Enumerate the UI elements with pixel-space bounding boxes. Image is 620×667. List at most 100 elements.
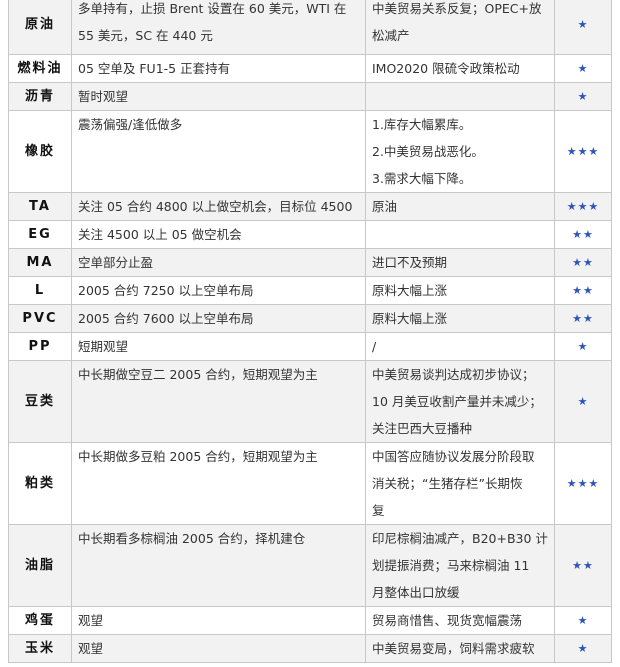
factor-text: 印尼棕榈油减产，B20+B30 计 <box>372 531 548 546</box>
table-row: MA 空单部分止盈 进口不及预期 ★★ <box>8 248 612 277</box>
rating-stars: ★★ <box>554 304 612 333</box>
commodity-name: 玉米 <box>8 634 72 663</box>
rating-stars: ★ <box>554 360 612 443</box>
strategy-text: 中长期做空豆二 2005 合约，短期观望为主 <box>78 367 318 382</box>
factor-text: 月整体出口放缓 <box>372 585 460 600</box>
factor-text: 中美贸易关系反复；OPEC+放 <box>372 1 542 16</box>
strategy-cell: 中长期做空豆二 2005 合约，短期观望为主 <box>71 360 366 443</box>
strategy-text: 关注 4500 以上 05 做空机会 <box>78 227 242 242</box>
table-row: PVC 2005 合约 7600 以上空单布局 原料大幅上涨 ★★ <box>8 304 612 333</box>
factors-cell <box>365 82 555 111</box>
factor-text: 划提振消费；马来棕榈油 11 <box>372 558 530 573</box>
rating-stars: ★ <box>554 332 612 361</box>
rating-stars: ★★★ <box>554 192 612 221</box>
strategy-cell: 观望 <box>71 606 366 635</box>
factor-text: / <box>372 339 377 354</box>
table-row: PP 短期观望 / ★ <box>8 332 612 361</box>
factors-cell <box>365 220 555 249</box>
strategy-text: 空单部分止盈 <box>78 255 154 270</box>
factors-cell: 中国答应随协议发展分阶段取 消关税；“生猪存栏”长期恢复 <box>365 442 555 525</box>
strategy-cell: 2005 合约 7250 以上空单布局 <box>71 276 366 305</box>
rating-stars: ★ <box>554 0 612 55</box>
factor-text: 关注巴西大豆播种 <box>372 421 473 436</box>
factor-text: 消关税；“生猪存栏”长期恢 <box>372 476 523 491</box>
table-row: 橡胶 震荡偏强/逢低做多 1.库存大幅累库。 2.中美贸易战恶化。 3.需求大幅下降。 ★… <box>8 110 612 193</box>
factor-text: 原料大幅上涨 <box>372 283 448 298</box>
strategy-text: 观望 <box>78 613 104 628</box>
strategy-text: 短期观望 <box>78 339 129 354</box>
commodity-name: PP <box>8 332 72 361</box>
rating-stars: ★★ <box>554 524 612 607</box>
strategy-cell: 震荡偏强/逢低做多 <box>71 110 366 193</box>
factors-cell: 印尼棕榈油减产，B20+B30 计划提振消费；马来棕榈油 11 月整体出口放缓 <box>365 524 555 607</box>
strategy-cell: 中长期看多棕榈油 2005 合约，择机建仓 <box>71 524 366 607</box>
factor-text: 松减产 <box>372 28 410 43</box>
factors-cell: 1.库存大幅累库。 2.中美贸易战恶化。 3.需求大幅下降。 <box>365 110 555 193</box>
factors-cell: 中美贸易谈判达成初步协议； 10 月美豆收割产量并未减少； 关注巴西大豆播种 <box>365 360 555 443</box>
commodity-name: L <box>8 276 72 305</box>
commodity-name: 燃料油 <box>8 54 72 83</box>
rating-stars: ★★★ <box>554 110 612 193</box>
factor-text: IMO2020 限硫令政策松动 <box>372 61 520 76</box>
rating-stars: ★ <box>554 82 612 111</box>
rating-stars: ★★ <box>554 248 612 277</box>
table-row: 鸡蛋 观望 贸易商惜售、现货宽幅震荡 ★ <box>8 606 612 635</box>
table-row: EG 关注 4500 以上 05 做空机会 ★★ <box>8 220 612 249</box>
commodity-name: 油脂 <box>8 524 72 607</box>
strategy-table-body: 原油 多单持有，止损 Brent 设置在 60 美元，WTI 在 55 美元，SC … <box>8 0 612 663</box>
factor-text: 中国答应随协议发展分阶段取 <box>372 449 535 464</box>
commodity-name: 粕类 <box>8 442 72 525</box>
factor-text: 2.中美贸易战恶化。 <box>372 144 484 159</box>
commodity-name: EG <box>8 220 72 249</box>
table-row: 沥青 暂时观望 ★ <box>8 82 612 111</box>
strategy-text: 05 空单及 FU1-5 正套持有 <box>78 61 231 76</box>
table-row: 豆类 中长期做空豆二 2005 合约，短期观望为主 中美贸易谈判达成初步协议； 10 … <box>8 360 612 443</box>
rating-stars: ★ <box>554 606 612 635</box>
table-row: 玉米 观望 中美贸易变局，饲料需求疲软 ★ <box>8 634 612 663</box>
rating-stars: ★ <box>554 54 612 83</box>
strategy-text: 2005 合约 7600 以上空单布局 <box>78 311 254 326</box>
factors-cell: IMO2020 限硫令政策松动 <box>365 54 555 83</box>
strategy-table: 原油 多单持有，止损 Brent 设置在 60 美元，WTI 在 55 美元，SC … <box>8 0 612 663</box>
commodity-name: 豆类 <box>8 360 72 443</box>
factor-text: 1.库存大幅累库。 <box>372 117 472 132</box>
table-row: TA 关注 05 合约 4800 以上做空机会，目标位 4500 原油 ★★★ <box>8 192 612 221</box>
factors-cell: 贸易商惜售、现货宽幅震荡 <box>365 606 555 635</box>
rating-stars: ★★★ <box>554 442 612 525</box>
strategy-text: 震荡偏强/逢低做多 <box>78 117 183 132</box>
commodity-name: 鸡蛋 <box>8 606 72 635</box>
table-row: 油脂 中长期看多棕榈油 2005 合约，择机建仓 印尼棕榈油减产，B20+B30 计… <box>8 524 612 607</box>
factors-cell: 原料大幅上涨 <box>365 304 555 333</box>
commodity-name: MA <box>8 248 72 277</box>
factor-text: 贸易商惜售、现货宽幅震荡 <box>372 613 523 628</box>
strategy-cell: 关注 4500 以上 05 做空机会 <box>71 220 366 249</box>
table-row: 粕类 中长期做多豆粕 2005 合约，短期观望为主 中国答应随协议发展分阶段取 消关税… <box>8 442 612 525</box>
factors-cell: 原油 <box>365 192 555 221</box>
strategy-cell: 多单持有，止损 Brent 设置在 60 美元，WTI 在 55 美元，SC 在 … <box>71 0 366 55</box>
strategy-cell: 观望 <box>71 634 366 663</box>
factor-text: 中美贸易谈判达成初步协议； <box>372 367 535 382</box>
strategy-cell: 2005 合约 7600 以上空单布局 <box>71 304 366 333</box>
factors-cell: 中美贸易关系反复；OPEC+放 松减产 <box>365 0 555 55</box>
rating-stars: ★ <box>554 634 612 663</box>
strategy-cell: 短期观望 <box>71 332 366 361</box>
factor-text: 原料大幅上涨 <box>372 311 448 326</box>
table-row: L 2005 合约 7250 以上空单布局 原料大幅上涨 ★★ <box>8 276 612 305</box>
factor-text: 10 月美豆收割产量并未减少； <box>372 394 542 409</box>
commodity-name: 原油 <box>8 0 72 55</box>
factor-text: 3.需求大幅下降。 <box>372 171 472 186</box>
commodity-name: TA <box>8 192 72 221</box>
rating-stars: ★★ <box>554 276 612 305</box>
strategy-text: 中长期做多豆粕 2005 合约，短期观望为主 <box>78 449 318 464</box>
factors-cell: / <box>365 332 555 361</box>
factor-text: 进口不及预期 <box>372 255 448 270</box>
strategy-cell: 空单部分止盈 <box>71 248 366 277</box>
strategy-cell: 关注 05 合约 4800 以上做空机会，目标位 4500 <box>71 192 366 221</box>
strategy-text: 2005 合约 7250 以上空单布局 <box>78 283 254 298</box>
strategy-text: 中长期看多棕榈油 2005 合约，择机建仓 <box>78 531 306 546</box>
factors-cell: 中美贸易变局，饲料需求疲软 <box>365 634 555 663</box>
rating-stars: ★★ <box>554 220 612 249</box>
strategy-text: 多单持有，止损 Brent 设置在 60 美元，WTI 在 <box>78 1 347 16</box>
factor-text: 原油 <box>372 199 398 214</box>
factors-cell: 进口不及预期 <box>365 248 555 277</box>
